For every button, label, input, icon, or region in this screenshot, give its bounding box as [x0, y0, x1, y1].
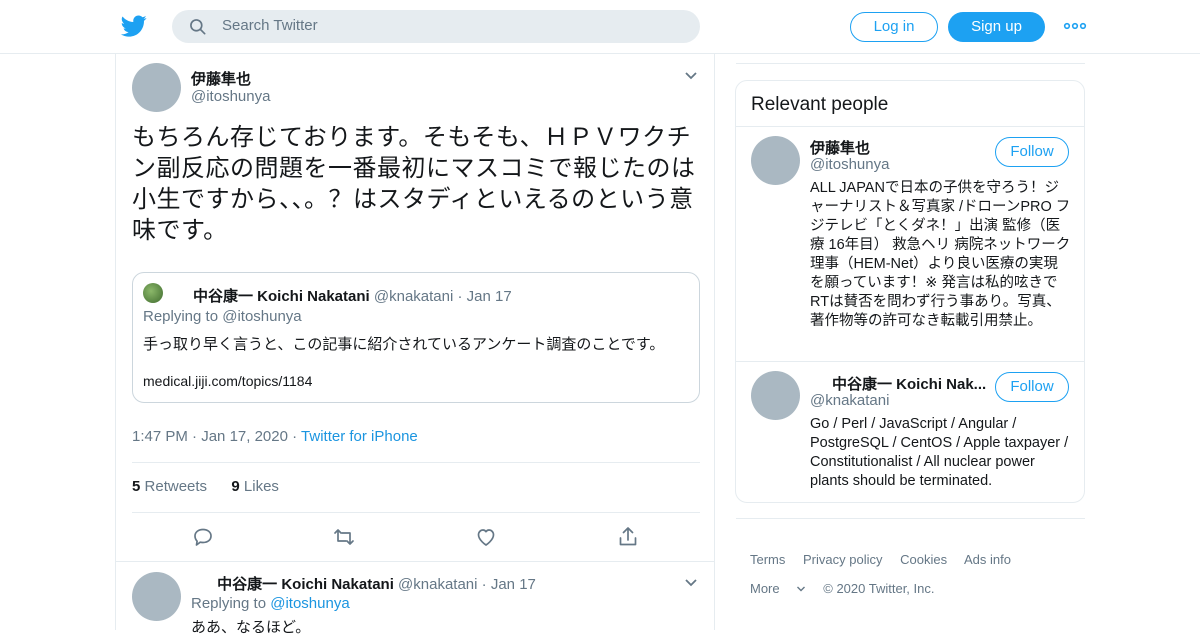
- likes-stat[interactable]: 9 Likes: [231, 478, 279, 495]
- divider: [736, 361, 1084, 362]
- quoted-author-handle: @knakatani: [373, 288, 454, 305]
- footer-terms-link[interactable]: Terms: [750, 552, 785, 567]
- footer-more-link[interactable]: More: [750, 581, 806, 596]
- reply-header: 中谷康一 Koichi Nakatani @knakatani · Jan 17: [191, 573, 536, 594]
- divider: [736, 126, 1084, 127]
- divider: [132, 512, 700, 513]
- person-name[interactable]: 中谷康一 Koichi Nak...: [810, 373, 986, 394]
- like-heart-icon[interactable]: [474, 525, 498, 549]
- login-button[interactable]: Log in: [850, 12, 938, 42]
- replying-to-link[interactable]: @itoshunya: [270, 595, 349, 612]
- avatar[interactable]: [132, 572, 181, 621]
- tweet-time: 1:47 PM: [132, 428, 188, 445]
- divider: [132, 462, 700, 463]
- avatar[interactable]: [132, 63, 181, 112]
- dot-separator: ·: [292, 428, 298, 445]
- quoted-link: medical.jiji.com/topics/1184: [143, 373, 313, 389]
- dot-separator: ·: [457, 288, 463, 305]
- twitter-bird-icon[interactable]: [120, 13, 148, 39]
- tweet-author-name[interactable]: 伊藤隼也: [191, 68, 251, 89]
- person-handle[interactable]: @itoshunya: [810, 156, 889, 173]
- top-navigation-bar: Search Twitter Log in Sign up: [0, 0, 1200, 54]
- quoted-author-name: 中谷康一 Koichi Nakatani: [193, 288, 370, 305]
- footer-bottom: More © 2020 Twitter, Inc.: [750, 581, 948, 596]
- reply-text: ああ、なるほど。: [191, 619, 311, 636]
- avatar[interactable]: [751, 136, 800, 185]
- more-options-icon[interactable]: [1063, 18, 1087, 34]
- tweet-date: Jan 17, 2020: [201, 428, 288, 445]
- follow-button[interactable]: Follow: [995, 372, 1069, 402]
- divider: [736, 518, 1085, 519]
- relevant-people-title: Relevant people: [751, 94, 889, 115]
- quoted-tweet[interactable]: 中谷康一 Koichi Nakatani @knakatani · Jan 17…: [132, 272, 700, 403]
- reply-author-name[interactable]: 中谷康一 Koichi Nakatani: [217, 576, 394, 593]
- avatar[interactable]: [751, 371, 800, 420]
- dot-separator: ·: [192, 428, 198, 445]
- tweet-source-link[interactable]: Twitter for iPhone: [301, 428, 418, 445]
- tweet-stats: 5 Retweets 9 Likes: [132, 478, 279, 495]
- person-name[interactable]: 伊藤隼也: [810, 137, 870, 158]
- retweets-stat[interactable]: 5 Retweets: [132, 478, 207, 495]
- quoted-header: 中谷康一 Koichi Nakatani @knakatani · Jan 17: [193, 285, 512, 306]
- tweet-column: 伊藤隼也 @itoshunya もちろん存じております。そもそも、ＨＰＶワクチン…: [115, 54, 715, 636]
- signup-button[interactable]: Sign up: [948, 12, 1045, 42]
- chevron-down-icon[interactable]: [684, 578, 698, 588]
- reply-author-handle[interactable]: @knakatani: [398, 576, 477, 593]
- person-handle[interactable]: @knakatani: [810, 392, 889, 409]
- divider: [736, 63, 1085, 64]
- footer-ads-link[interactable]: Ads info: [964, 552, 1011, 567]
- quoted-replying-to: Replying to @itoshunya: [143, 308, 302, 325]
- reply-icon[interactable]: [191, 525, 215, 549]
- footer-privacy-link[interactable]: Privacy policy: [803, 552, 882, 567]
- divider: [116, 561, 714, 562]
- reply-replying-to: Replying to @itoshunya: [191, 595, 350, 612]
- quoted-avatar: [143, 283, 163, 303]
- footer-cookies-link[interactable]: Cookies: [900, 552, 947, 567]
- follow-button[interactable]: Follow: [995, 137, 1069, 167]
- chevron-down-icon: [796, 586, 805, 592]
- relevant-people-card: Relevant people 伊藤隼也 @itoshunya Follow A…: [735, 80, 1085, 503]
- search-bar[interactable]: Search Twitter: [172, 10, 700, 43]
- search-input[interactable]: Search Twitter: [222, 17, 318, 34]
- quoted-text: 手っ取り早く言うと、この記事に紹介されているアンケート調査のことです。: [143, 336, 665, 353]
- tweet-author-handle[interactable]: @itoshunya: [191, 88, 270, 105]
- person-bio: Go / Perl / JavaScript / Angular / Postg…: [810, 416, 1069, 489]
- search-icon: [190, 19, 206, 35]
- dot-separator: ·: [481, 576, 487, 593]
- retweet-icon[interactable]: [332, 525, 356, 549]
- tweet-text: もちろん存じております。そもそも、ＨＰＶワクチン副反応の問題を一番最初にマスコミ…: [132, 124, 696, 244]
- reply-date[interactable]: Jan 17: [491, 576, 536, 593]
- tweet-metadata: 1:47 PM · Jan 17, 2020 · Twitter for iPh…: [132, 428, 418, 445]
- person-bio: ALL JAPANで日本の子供を守ろう！ジャーナリスト＆写真家 /ドローンPRO…: [810, 180, 1071, 329]
- copyright-text: © 2020 Twitter, Inc.: [823, 581, 935, 596]
- quoted-date: Jan 17: [466, 288, 512, 305]
- share-icon[interactable]: [616, 525, 640, 549]
- chevron-down-icon[interactable]: [684, 71, 698, 81]
- footer-links: Terms Privacy policy Cookies Ads info: [750, 552, 1025, 567]
